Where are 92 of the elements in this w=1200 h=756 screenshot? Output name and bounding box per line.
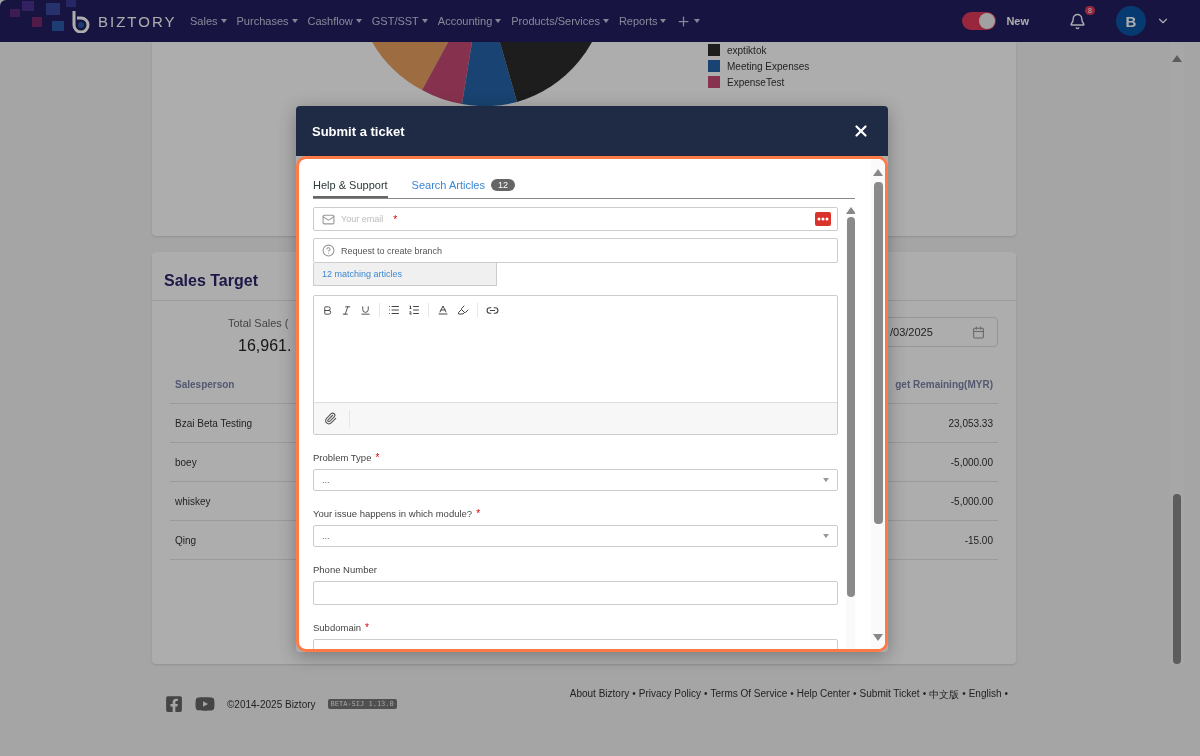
footer-link[interactable]: Privacy Policy [638,688,701,756]
column-header: Salesperson [175,378,235,390]
nav-menu-item[interactable]: Products/Services [511,15,609,27]
nav-menu-item[interactable]: Reports [618,15,667,27]
total-sales-value: 16,961. [237,337,292,355]
separator-dot: • [632,688,636,701]
caret-icon [694,19,701,23]
required-mark: * [393,213,398,225]
bullet-list-icon[interactable] [388,304,400,316]
underline-icon[interactable] [360,304,371,316]
legend-label: ExpenseTest [727,76,785,88]
caret-icon[interactable] [823,533,829,539]
table-cell: 23,053.33 [948,417,993,429]
separator-dot: • [704,688,708,701]
caret-icon [602,19,609,23]
suggestion-item[interactable]: 12 matching articles [313,263,497,286]
footer-link[interactable]: 中文版 [929,688,960,756]
field-label: Your issue happens in which module? * [313,508,482,519]
separator-dot: • [922,688,927,701]
separator-dot: • [1004,688,1008,701]
paperclip-icon[interactable] [324,412,337,425]
tab[interactable]: Help & Support [313,174,388,198]
total-sales-label: Total Sales ( [228,317,290,329]
plus-icon [676,13,692,29]
scroll-up-icon[interactable] [873,169,883,176]
add-menu-button[interactable] [676,13,701,29]
modal-title: Submit a ticket [312,123,405,139]
footer-link[interactable]: About Biztory [569,688,630,756]
numbered-list-icon[interactable] [408,304,420,316]
user-avatar[interactable]: B [1116,6,1146,36]
caret-icon [355,19,362,23]
table-cell: -5,000.00 [950,495,993,507]
field-label: Subdomain * [313,622,370,633]
help-icon [322,244,335,257]
copyright-text: ©2014-2025 Biztory [227,698,316,710]
caret-icon [220,19,227,23]
calendar-icon[interactable] [972,325,985,339]
caret-icon [421,19,428,23]
email-field[interactable]: Your email * [313,207,838,231]
table-cell: boey [175,456,197,468]
brand-name: BIZTORY [98,12,177,30]
close-button[interactable] [852,122,870,140]
nav-menu-item[interactable]: GST/SST [371,15,428,27]
dropdown-select[interactable]: ... [313,469,838,491]
mail-icon [322,212,335,226]
separator-dot: • [962,688,966,701]
caret-icon[interactable] [823,477,829,483]
scroll-up-icon[interactable] [845,207,855,214]
tab[interactable]: Search Articles 12 [411,174,515,198]
footer-link[interactable]: Submit Ticket [859,688,920,756]
field-label: Phone Number [313,564,378,575]
count-badge: 12 [491,179,515,191]
table-cell: -15.00 [964,534,993,546]
logo-icon [70,9,92,33]
text-color-icon[interactable] [437,304,449,316]
legend-label: exptiktok [727,44,767,56]
legend-label: Meeting Expenses [727,60,810,72]
caret-icon [291,19,298,23]
table-cell: Bzai Beta Testing [175,417,253,429]
toggle-switch[interactable] [962,12,997,30]
separator-dot: • [853,688,857,701]
italic-icon[interactable] [341,304,352,316]
scrollbar-thumb[interactable] [873,182,883,524]
scrollbar-thumb[interactable] [1173,494,1181,664]
nav-menu-item[interactable]: Cashflow [307,15,362,27]
nav-menu-item[interactable]: Accounting [437,15,502,27]
dropdown-select[interactable]: ... [313,525,838,547]
scroll-down-icon[interactable] [873,634,883,641]
dots-icon[interactable] [815,212,831,226]
scrollbar[interactable] [871,159,885,649]
highlight-icon[interactable] [457,304,469,316]
toggle-label: New [1006,15,1029,27]
bold-icon[interactable] [322,304,333,316]
caret-icon [660,19,667,23]
table-cell: Qing [175,534,197,546]
notification-icon[interactable] [1069,12,1086,30]
footer-link[interactable]: Terms Of Service [710,688,788,756]
input-field[interactable] [313,581,838,605]
footer-link[interactable]: English [968,688,1002,756]
footer-link[interactable]: Help Center [796,688,851,756]
nav-menu-item[interactable]: Purchases [236,15,298,27]
subject-field[interactable]: Request to create branch [313,238,838,263]
column-header: get Remaining(MYR) [895,378,993,390]
table-cell: whiskey [175,495,211,507]
caret-icon [495,19,502,23]
video-play-icon[interactable] [195,694,215,714]
table-cell: -5,000.00 [950,456,993,468]
facebook-icon[interactable] [165,695,183,713]
field-label: Problem Type * [313,452,381,463]
scroll-up-icon[interactable] [1172,55,1182,62]
nav-menu-item[interactable]: Sales [190,15,227,27]
separator-dot: • [790,688,794,701]
